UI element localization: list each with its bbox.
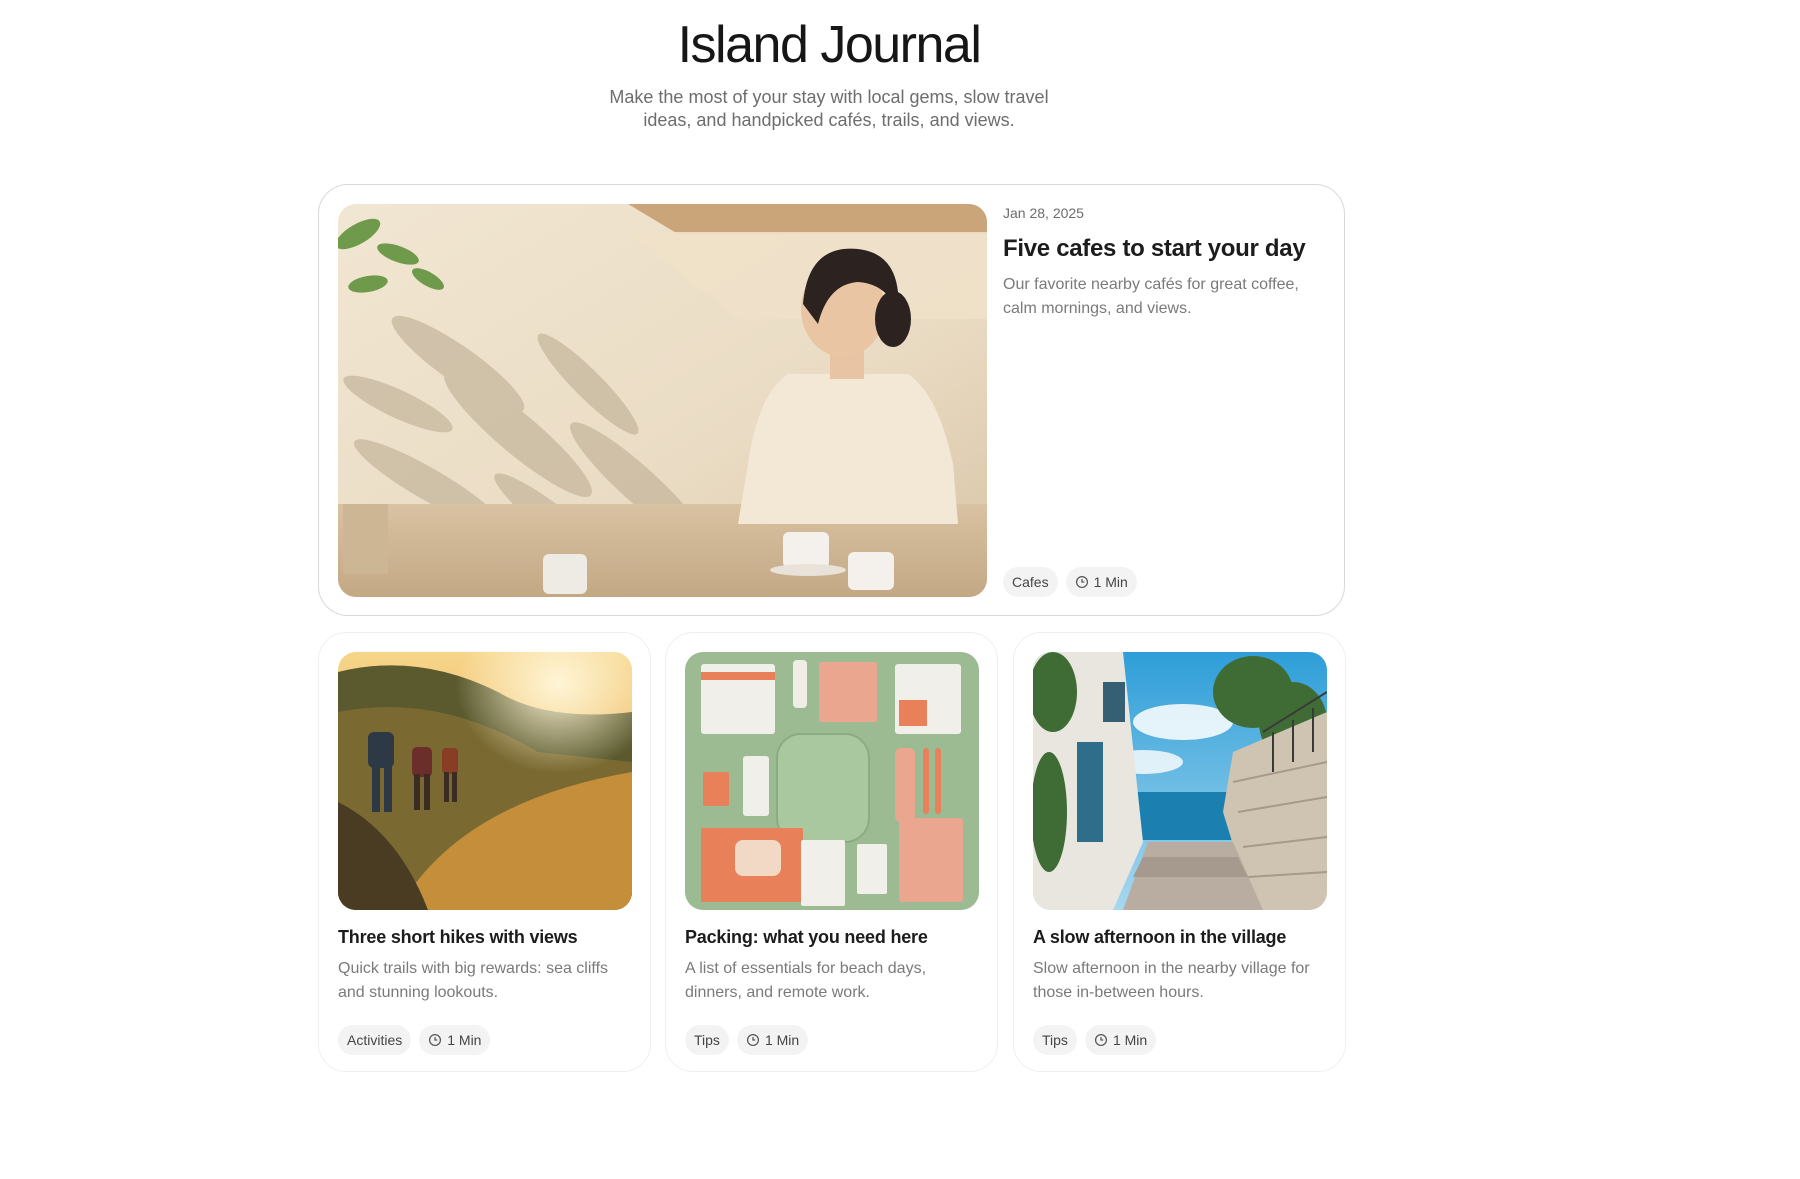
featured-post-card[interactable]: Jan 28, 2025 Five cafes to start your da…: [318, 184, 1345, 616]
post-card-hikes[interactable]: Three short hikes with views Quick trail…: [318, 632, 651, 1072]
read-time-label: 1 Min: [447, 1032, 482, 1048]
featured-post-image[interactable]: [338, 204, 987, 597]
read-time-tag: 1 Min: [419, 1025, 491, 1055]
page-title: Island Journal: [677, 16, 982, 74]
featured-post-info: Jan 28, 2025 Five cafes to start your da…: [1003, 205, 1323, 597]
post-excerpt: Quick trails with big rewards: sea cliff…: [338, 960, 609, 1001]
post-excerpt: Slow afternoon in the nearby village for…: [1033, 960, 1310, 1001]
post-tags: Tips 1 Min: [1033, 1025, 1157, 1055]
post-title[interactable]: Packing: what you need here: [685, 927, 985, 948]
page-header: Island Journal Make the most of your sta…: [0, 0, 1658, 132]
featured-post-excerpt: Our favorite nearby cafés for great coff…: [1003, 276, 1299, 317]
read-time-tag: 1 Min: [1084, 1025, 1157, 1055]
category-tag-label: Activities: [347, 1032, 403, 1048]
page-subtitle: Make the most of your stay with local ge…: [609, 87, 1049, 130]
category-tag[interactable]: Activities: [338, 1025, 412, 1055]
category-tag-label: Tips: [1042, 1032, 1068, 1048]
post-image-hikes[interactable]: [338, 652, 632, 910]
category-tag[interactable]: Tips: [685, 1025, 729, 1055]
read-time-tag: 1 Min: [1065, 567, 1137, 597]
clock-icon: [1094, 1033, 1107, 1047]
read-time-label: 1 Min: [1112, 1032, 1148, 1048]
clock-icon: [746, 1033, 759, 1047]
featured-post-title[interactable]: Five cafes to start your day: [1003, 235, 1323, 263]
category-tag-label: Tips: [694, 1032, 720, 1048]
page: Island Journal Make the most of your sta…: [0, 0, 1800, 1179]
category-tag[interactable]: Cafes: [1003, 567, 1058, 597]
post-image-village[interactable]: [1033, 652, 1327, 910]
category-tag[interactable]: Tips: [1033, 1025, 1077, 1055]
post-excerpt: A list of essentials for beach days, din…: [685, 960, 927, 1001]
post-card-village[interactable]: A slow afternoon in the village Slow aft…: [1013, 632, 1346, 1072]
post-date: Jan 28, 2025: [1003, 205, 1084, 221]
featured-post-tags: Cafes 1 Min: [1003, 567, 1137, 597]
post-tags: Activities 1 Min: [338, 1025, 491, 1055]
category-tag-label: Cafes: [1012, 574, 1049, 590]
read-time-label: 1 Min: [764, 1032, 800, 1048]
post-image-packing[interactable]: [685, 652, 979, 910]
read-time-tag: 1 Min: [736, 1025, 809, 1055]
clock-icon: [1075, 575, 1088, 589]
post-title[interactable]: A slow afternoon in the village: [1033, 927, 1333, 948]
post-tags: Tips 1 Min: [685, 1025, 809, 1055]
post-card-packing[interactable]: Packing: what you need here A list of es…: [665, 632, 998, 1072]
clock-icon: [429, 1033, 442, 1047]
read-time-label: 1 Min: [1093, 574, 1128, 590]
post-title[interactable]: Three short hikes with views: [338, 927, 638, 948]
